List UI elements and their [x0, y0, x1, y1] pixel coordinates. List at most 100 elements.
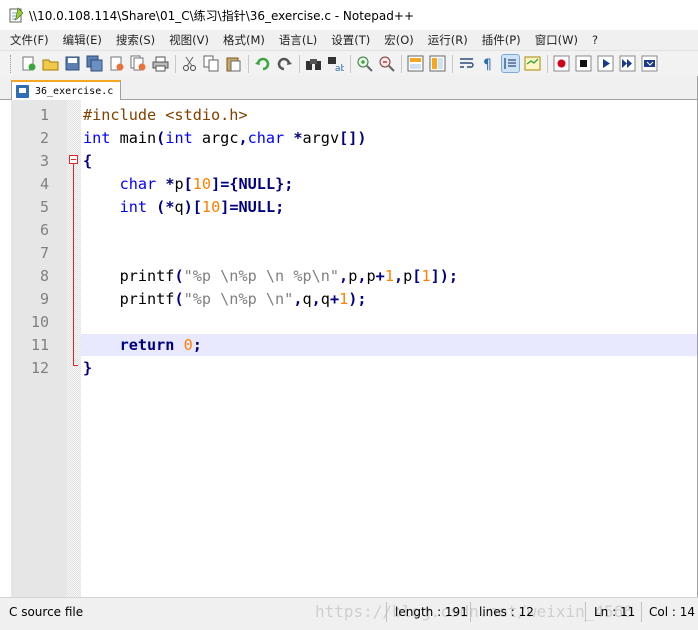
- code-text: char *p[10]={NULL};: [119, 175, 294, 193]
- window-title: \\10.0.108.114\Share\01_C\练习\指针\36_exerc…: [29, 8, 415, 23]
- code-text: }: [83, 359, 93, 377]
- menu-run[interactable]: 运行(R): [428, 32, 468, 48]
- tab-36-exercise[interactable]: 36_exercise.c: [11, 80, 121, 101]
- status-separator: [470, 602, 471, 622]
- document-tab-bar: 36_exercise.c: [0, 76, 698, 101]
- menu-settings[interactable]: 设置(T): [331, 32, 370, 48]
- line-number: 1: [39, 106, 49, 124]
- sync-horizontal-icon[interactable]: [429, 55, 446, 72]
- menu-format[interactable]: 格式(M): [223, 32, 265, 48]
- menu-macro[interactable]: 宏(O): [384, 32, 414, 48]
- zoom-in-icon[interactable]: [356, 55, 373, 72]
- toolbar: ab ¶: [0, 50, 698, 76]
- run-macro-multiple-icon[interactable]: [619, 55, 636, 72]
- line-number: 9: [39, 290, 49, 308]
- zoom-out-icon[interactable]: [378, 55, 395, 72]
- status-length: length : 191: [395, 605, 468, 619]
- menu-language[interactable]: 语言(L): [279, 32, 317, 48]
- line-number: 2: [39, 129, 49, 147]
- show-all-chars-icon[interactable]: ¶: [480, 55, 497, 73]
- title-bar: \\10.0.108.114\Share\01_C\练习\指针\36_exerc…: [0, 0, 698, 30]
- line-number: 5: [39, 198, 49, 216]
- toolbar-grip[interactable]: [10, 54, 13, 73]
- find-icon[interactable]: [305, 55, 322, 72]
- notepad-app-icon: [8, 7, 24, 23]
- status-lines: lines : 12: [479, 605, 534, 619]
- status-separator: [386, 602, 387, 622]
- code-line: 5 int (*q)[10]=NULL;: [11, 196, 698, 219]
- menu-window[interactable]: 窗口(W): [535, 32, 578, 48]
- code-line: 1 #include <stdio.h>: [11, 104, 698, 127]
- code-line: 10: [11, 311, 698, 334]
- copy-icon[interactable]: [203, 55, 220, 72]
- line-number: 6: [39, 221, 49, 239]
- status-separator: [585, 602, 586, 622]
- indent-guide-icon[interactable]: [501, 54, 520, 73]
- code-line: 3 {: [11, 150, 698, 173]
- code-text: int main(int argc,char *argv[]): [83, 129, 367, 147]
- code-text: int (*q)[10]=NULL;: [119, 198, 285, 216]
- code-text: {: [83, 152, 93, 170]
- redo-icon[interactable]: [276, 55, 293, 72]
- svg-text:ab: ab: [335, 64, 344, 72]
- status-separator: [641, 602, 642, 622]
- code-editor[interactable]: 1 #include <stdio.h> 2 int main(int argc…: [11, 100, 698, 597]
- menu-plugins[interactable]: 插件(P): [482, 32, 521, 48]
- code-line: 12 }: [11, 357, 698, 380]
- toolbar-separator: [350, 54, 351, 73]
- save-macro-icon[interactable]: [641, 55, 658, 72]
- code-line: 2 int main(int argc,char *argv[]): [11, 127, 698, 150]
- code-line: 6: [11, 219, 698, 242]
- code-text: printf("%p \n%p \n %p\n",p,p+1,p[1]);: [83, 267, 459, 285]
- menu-file[interactable]: 文件(F): [10, 32, 49, 48]
- status-file-type: C source file: [9, 605, 84, 619]
- code-text: printf("%p \n%p \n",q,q+1);: [83, 290, 367, 308]
- code-line: 9 printf("%p \n%p \n",q,q+1);: [11, 288, 698, 311]
- code-line: 8 printf("%p \n%p \n %p\n",p,p+1,p[1]);: [11, 265, 698, 288]
- status-bar: C source file https://blog.csdn.net/weix…: [0, 597, 698, 630]
- code-line: 4 char *p[10]={NULL};: [11, 173, 698, 196]
- print-icon[interactable]: [152, 55, 169, 72]
- open-file-icon[interactable]: [42, 55, 59, 72]
- save-icon[interactable]: [64, 55, 81, 72]
- line-number: 8: [39, 267, 49, 285]
- toolbar-separator: [248, 54, 249, 73]
- word-wrap-icon[interactable]: [458, 55, 475, 72]
- menu-help[interactable]: ?: [592, 33, 598, 47]
- close-all-icon[interactable]: [130, 55, 147, 72]
- doc-map-icon[interactable]: [524, 55, 541, 72]
- toolbar-separator: [401, 54, 402, 73]
- line-number: 7: [39, 244, 49, 262]
- save-all-icon[interactable]: [86, 55, 103, 72]
- sync-vertical-icon[interactable]: [407, 55, 424, 72]
- line-number: 12: [30, 359, 49, 377]
- toolbar-separator: [299, 54, 300, 73]
- menu-bar: 文件(F) 编辑(E) 搜索(S) 视图(V) 格式(M) 语言(L) 设置(T…: [0, 30, 698, 50]
- record-macro-icon[interactable]: [553, 55, 570, 72]
- svg-text:¶: ¶: [483, 57, 492, 72]
- menu-search[interactable]: 搜索(S): [116, 32, 155, 48]
- tab-label: 36_exercise.c: [35, 86, 114, 97]
- cut-icon[interactable]: [181, 55, 198, 72]
- line-number: 11: [30, 336, 49, 354]
- status-column: Col : 14: [649, 605, 695, 619]
- play-macro-icon[interactable]: [597, 55, 614, 72]
- code-line-current: 11 return 0;: [11, 334, 698, 357]
- status-line-number: Ln : 11: [594, 605, 636, 619]
- undo-icon[interactable]: [254, 55, 271, 72]
- menu-edit[interactable]: 编辑(E): [63, 32, 102, 48]
- line-number: 10: [30, 313, 49, 331]
- menu-view[interactable]: 视图(V): [169, 32, 209, 48]
- paste-icon[interactable]: [225, 55, 242, 72]
- close-icon[interactable]: [108, 55, 125, 72]
- toolbar-separator: [452, 54, 453, 73]
- line-number: 4: [39, 175, 49, 193]
- saved-file-icon: [16, 85, 29, 98]
- new-file-icon[interactable]: [20, 55, 37, 72]
- toolbar-separator: [547, 54, 548, 73]
- stop-macro-icon[interactable]: [575, 55, 592, 72]
- replace-icon[interactable]: ab: [327, 55, 347, 74]
- code-text: #include <stdio.h>: [83, 106, 248, 124]
- code-line: 7: [11, 242, 698, 265]
- toolbar-separator: [175, 54, 176, 73]
